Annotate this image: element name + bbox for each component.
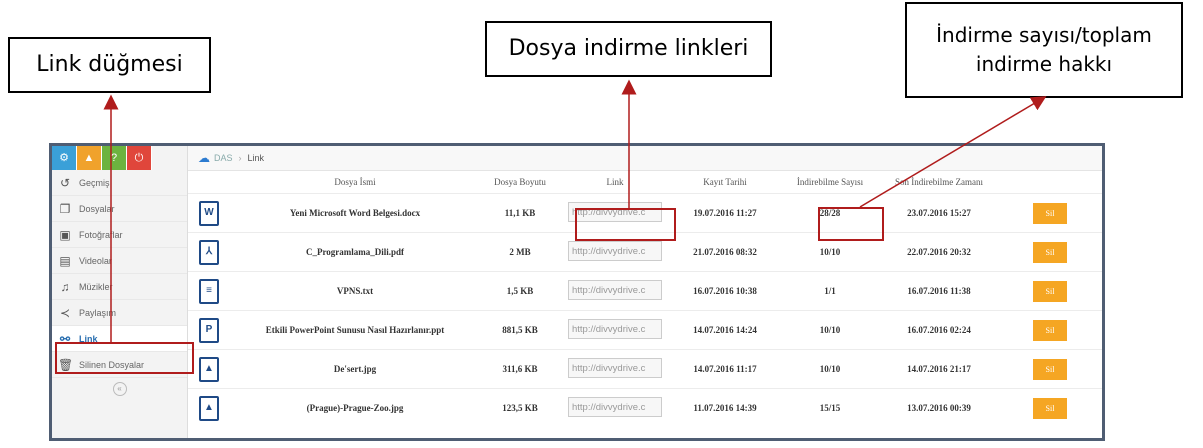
callout-arrows — [103, 79, 1047, 342]
